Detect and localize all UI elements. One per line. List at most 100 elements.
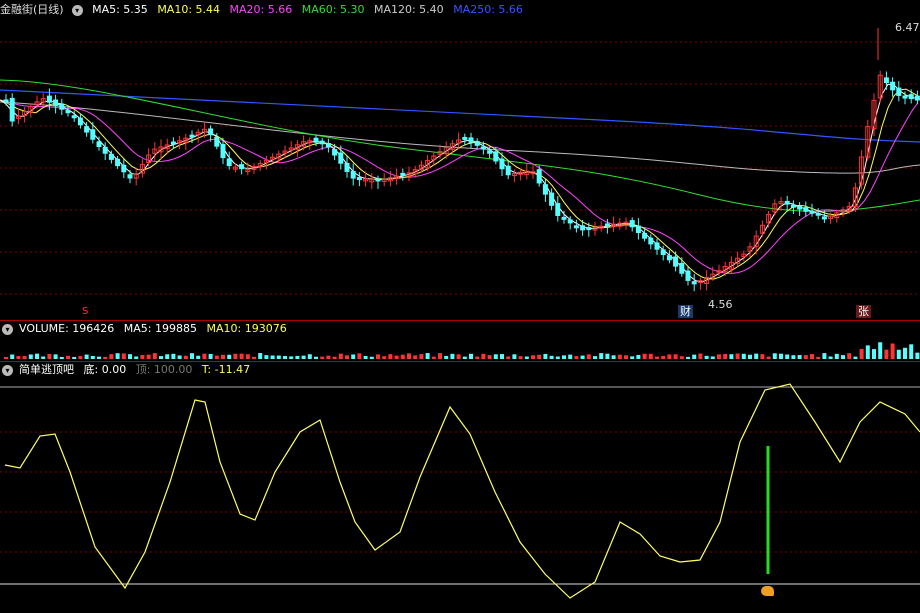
volume-bar xyxy=(636,354,641,359)
volume-bar xyxy=(338,353,343,359)
volume-bar xyxy=(679,356,684,359)
escape-signal-icon[interactable] xyxy=(761,586,774,596)
volume-bar xyxy=(438,353,442,359)
candle-body xyxy=(462,136,468,140)
candle-body xyxy=(468,137,474,143)
volume-bar xyxy=(549,355,554,359)
candle-body xyxy=(635,225,641,233)
candle-body xyxy=(493,151,499,162)
candle-body xyxy=(474,140,480,146)
indicator-chart[interactable] xyxy=(0,362,920,613)
volume-bar xyxy=(748,354,752,359)
signal-s-marker: S xyxy=(82,306,89,317)
candle-body xyxy=(220,143,226,159)
volume-bar xyxy=(785,354,790,359)
finance-marker[interactable]: 财 xyxy=(678,305,693,318)
volume-bar xyxy=(661,355,666,359)
volume-bar xyxy=(289,356,294,359)
volume-bar xyxy=(487,355,492,359)
volume-bar xyxy=(642,353,647,359)
volume-bar xyxy=(766,356,771,359)
volume-bar xyxy=(754,353,759,359)
volume-bar xyxy=(345,355,349,359)
candle-body xyxy=(53,99,59,107)
candle-body xyxy=(654,242,660,250)
volume-bar xyxy=(394,355,399,359)
volume-bar xyxy=(264,355,269,359)
ma60-line xyxy=(0,79,920,212)
volume-bar xyxy=(78,356,83,359)
ma250-label: MA250: 5.66 xyxy=(453,3,523,16)
indicator-t-value: T: -11.47 xyxy=(201,363,251,376)
candle-body xyxy=(896,87,902,96)
ma120-label: MA120: 5.40 xyxy=(373,3,444,16)
volume-bar xyxy=(791,355,796,359)
candle-body xyxy=(567,219,573,224)
volume-bar xyxy=(159,356,163,359)
volume-bar xyxy=(134,356,139,359)
volume-bar xyxy=(252,356,256,359)
collapse-icon[interactable]: ▾ xyxy=(2,323,13,335)
candle-body xyxy=(239,164,245,170)
volume-bar xyxy=(407,353,411,359)
candle-body xyxy=(797,205,803,210)
candle-body xyxy=(902,95,908,99)
collapse-icon[interactable]: ▾ xyxy=(71,4,83,16)
candle-body xyxy=(914,95,920,101)
volume-bar xyxy=(617,354,622,359)
indicator-header: ▾ 简单逃顶吧 底: 0.00 顶: 100.00 T: -11.47 xyxy=(0,362,256,378)
volume-bar xyxy=(518,356,523,359)
volume-bar xyxy=(834,353,839,359)
volume-bar xyxy=(574,356,579,359)
volume-bar xyxy=(847,353,852,359)
ma10-label: MA10: 5.44 xyxy=(157,3,221,16)
volume-bar xyxy=(593,356,597,359)
candle-body xyxy=(549,192,555,206)
volume-bar xyxy=(884,349,889,359)
volume-bar xyxy=(66,355,70,359)
candle-body xyxy=(350,170,356,179)
candle-body xyxy=(815,212,821,216)
volume-bar xyxy=(890,343,895,359)
volume-header: ▾ VOLUME: 196426 MA5: 199885 MA10: 193076 xyxy=(0,321,293,337)
indicator-name: 简单逃顶吧 xyxy=(19,363,74,376)
volume-bar xyxy=(35,353,39,359)
volume-bar xyxy=(22,356,27,359)
high-price-label: 6.47 xyxy=(895,21,920,34)
volume-bar xyxy=(915,352,920,359)
volume-bar xyxy=(481,353,486,359)
rise-marker[interactable]: 张 xyxy=(856,305,871,318)
ma5-label: MA5: 5.35 xyxy=(92,3,148,16)
volume-bar xyxy=(165,354,170,359)
volume-bar xyxy=(524,356,529,359)
volume-bar xyxy=(673,354,678,359)
price-chart[interactable] xyxy=(0,0,920,320)
candle-body xyxy=(121,164,127,173)
volume-bar xyxy=(301,355,306,359)
volume-bar xyxy=(183,355,188,359)
volume-bar xyxy=(723,353,728,359)
price-pane-header: 金融街(日线) ▾ MA5: 5.35 MA10: 5.44 MA20: 5.66… xyxy=(0,2,529,18)
ma20-label: MA20: 5.66 xyxy=(229,3,293,16)
volume-bar xyxy=(648,353,653,359)
volume-bar xyxy=(822,353,827,359)
volume-bar xyxy=(140,354,145,359)
volume-bar xyxy=(710,356,715,359)
price-pane[interactable]: 金融街(日线) ▾ MA5: 5.35 MA10: 5.44 MA20: 5.66… xyxy=(0,0,920,320)
volume-bar xyxy=(326,355,331,359)
volume-bar xyxy=(382,356,387,359)
volume-bar xyxy=(239,353,244,359)
volume-bar xyxy=(586,354,591,359)
candle-body xyxy=(629,220,635,228)
candle-body xyxy=(685,270,691,281)
candle-body xyxy=(908,94,914,100)
collapse-icon[interactable]: ▾ xyxy=(2,364,13,376)
indicator-pane[interactable]: ▾ 简单逃顶吧 底: 0.00 顶: 100.00 T: -11.47 xyxy=(0,362,920,613)
volume-bar xyxy=(59,356,64,359)
volume-bar xyxy=(41,356,46,359)
volume-bar xyxy=(537,354,542,359)
volume-bar xyxy=(543,353,548,359)
volume-bar xyxy=(202,353,207,359)
volume-bar xyxy=(376,354,380,359)
volume-pane[interactable]: ▾ VOLUME: 196426 MA5: 199885 MA10: 193076 xyxy=(0,321,920,361)
